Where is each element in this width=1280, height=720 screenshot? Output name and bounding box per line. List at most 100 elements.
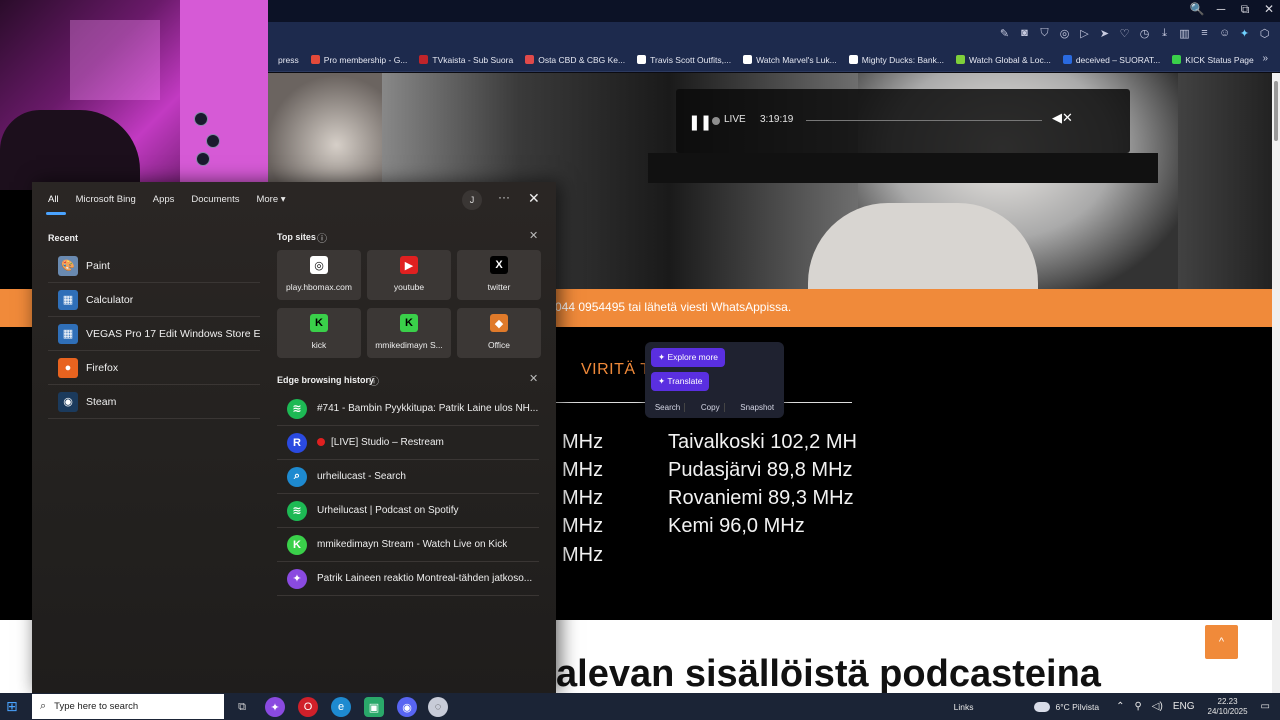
- top-site-tile[interactable]: ▶ youtube: [367, 250, 451, 300]
- history-item[interactable]: ✦ Patrik Laineen reaktio Montreal-tähden …: [277, 562, 539, 596]
- clock[interactable]: 22.23 24/10/2025: [1208, 697, 1248, 717]
- bookmark-item[interactable]: Watch Global & Loc...: [950, 55, 1057, 65]
- discord-icon[interactable]: ◉: [397, 697, 417, 717]
- vpn-icon[interactable]: ◎: [1059, 27, 1070, 40]
- language-indicator[interactable]: ENG: [1173, 701, 1195, 712]
- history-item-label: urheilucast - Search: [317, 471, 406, 482]
- recent-heading: Recent: [48, 233, 79, 243]
- menu-icon[interactable]: ≡: [1199, 27, 1210, 40]
- copilot-icon[interactable]: ✦: [265, 697, 285, 717]
- bookmark-item[interactable]: Pro membership - G...: [305, 55, 414, 65]
- page-scrollbar[interactable]: [1272, 73, 1280, 693]
- history-item[interactable]: ≋ #741 - Bambin Pyykkitupa: Patrik Laine …: [277, 392, 539, 426]
- tab-4[interactable]: More ▾: [256, 194, 285, 205]
- info-icon[interactable]: ⓘ: [369, 373, 379, 388]
- opera-icon[interactable]: O: [298, 697, 318, 717]
- bookmark-item[interactable]: Mighty Ducks: Bank...: [843, 55, 950, 65]
- chevron-up-icon[interactable]: ⌃: [1116, 701, 1124, 712]
- sidebar-icon[interactable]: ▥: [1179, 27, 1190, 40]
- app-icon[interactable]: ◌: [428, 697, 448, 717]
- restore-button[interactable]: ⧉: [1234, 2, 1256, 17]
- pause-button[interactable]: ❚❚: [688, 113, 712, 131]
- recent-item[interactable]: ▦ VEGAS Pro 17 Edit Windows Store Ed...: [48, 317, 260, 351]
- top-site-tile[interactable]: ◆ Office: [457, 308, 541, 358]
- camera-icon[interactable]: ◙: [1019, 27, 1030, 40]
- history-item[interactable]: Kmmikedimayn Stream - Watch Live on Kick: [277, 528, 539, 562]
- webcam-cabinet: [70, 20, 160, 100]
- more-options-icon[interactable]: ···: [498, 190, 510, 204]
- extensions-icon[interactable]: ⬡: [1259, 27, 1270, 40]
- volume-icon[interactable]: ◁): [1152, 701, 1163, 712]
- bookmark-item[interactable]: press: [272, 55, 305, 65]
- stream-time: 3:19:19: [760, 114, 794, 125]
- download-icon[interactable]: ⤓: [1159, 27, 1170, 40]
- scrollbar-thumb[interactable]: [1274, 81, 1278, 141]
- popup-snapshot-button[interactable]: Snapshot: [736, 403, 778, 412]
- bookmark-item[interactable]: Osta CBD & CBG Ke...: [519, 55, 631, 65]
- bookmark-item[interactable]: Travis Scott Outfits,...: [631, 55, 737, 65]
- live-dot-icon: [712, 117, 720, 125]
- top-site-tile[interactable]: Kmmikedimayn S...: [367, 308, 451, 358]
- top-site-tile[interactable]: ◎ play.hbomax.com: [277, 250, 361, 300]
- tab-2[interactable]: Apps: [153, 194, 175, 205]
- windows-start-icon[interactable]: ⊞: [6, 698, 22, 714]
- translate-button[interactable]: ✦ Translate: [651, 372, 710, 391]
- tab-1[interactable]: Microsoft Bing: [76, 194, 136, 205]
- recent-item[interactable]: 🎨 Paint: [48, 249, 260, 283]
- popup-actions: Search Copy Snapshot: [645, 403, 784, 412]
- info-icon[interactable]: ⓘ: [317, 230, 327, 245]
- store-icon[interactable]: ▣: [364, 697, 384, 717]
- notifications-icon[interactable]: ▭: [1261, 701, 1270, 712]
- avatar[interactable]: J: [462, 190, 482, 210]
- edge-icon[interactable]: e: [331, 697, 351, 717]
- site-icon: K: [310, 314, 328, 332]
- links-toolbar[interactable]: Links: [954, 702, 974, 712]
- recent-item[interactable]: ◉ Steam: [48, 385, 260, 419]
- chevron-right-icon[interactable]: »: [1262, 53, 1268, 64]
- network-icon[interactable]: ⚲: [1134, 701, 1141, 712]
- popup-search-button[interactable]: Search: [651, 403, 686, 412]
- heart-icon[interactable]: ♡: [1119, 27, 1130, 40]
- search-icon[interactable]: 🔍: [1186, 2, 1208, 16]
- close-window-button[interactable]: ✕: [1258, 2, 1280, 16]
- top-site-tile[interactable]: Kkick: [277, 308, 361, 358]
- recent-item[interactable]: ▦ Calculator: [48, 283, 260, 317]
- weather-widget[interactable]: 6°C Pilvista: [1033, 701, 1099, 712]
- history-icon[interactable]: ◷: [1139, 27, 1150, 40]
- bookmark-item[interactable]: Watch Marvel's Luk...: [737, 55, 843, 65]
- popup-copy-button[interactable]: Copy: [697, 403, 725, 412]
- account-icon[interactable]: ☺: [1219, 27, 1230, 40]
- forward-icon[interactable]: ➤: [1099, 27, 1110, 40]
- mute-button[interactable]: ◀✕: [1052, 110, 1073, 126]
- scroll-to-top-button[interactable]: ^: [1205, 625, 1238, 659]
- close-icon[interactable]: ✕: [528, 190, 540, 207]
- windows-search-panel: All Microsoft Bing Apps Documents More ▾ J ·…: [32, 182, 556, 693]
- edit-icon[interactable]: ✎: [999, 27, 1010, 40]
- history-item[interactable]: R [LIVE] Studio – Restream: [277, 426, 539, 460]
- site-icon: ◎: [310, 256, 328, 274]
- history-item[interactable]: ⌕ urheilucast - Search: [277, 460, 539, 494]
- close-top-sites-icon[interactable]: ✕: [529, 229, 538, 242]
- history-item[interactable]: ≋ Urheilucast | Podcast on Spotify: [277, 494, 539, 528]
- play-icon[interactable]: ▷: [1079, 27, 1090, 40]
- tab-0[interactable]: All: [46, 194, 66, 215]
- bookmark-item[interactable]: KICK Status Page: [1166, 55, 1260, 65]
- bookmark-label: KICK Status Page: [1185, 54, 1254, 65]
- live-dot-icon: [317, 438, 325, 447]
- progress-track[interactable]: [806, 120, 1042, 121]
- top-site-tile[interactable]: Xtwitter: [457, 250, 541, 300]
- minimize-button[interactable]: ─: [1210, 2, 1232, 16]
- host-photo-left: [268, 73, 382, 193]
- site-icon: ⌕: [287, 466, 307, 487]
- explore-more-button[interactable]: ✦ Explore more: [651, 348, 726, 367]
- bookmark-item[interactable]: deceived – SUORAT...: [1057, 55, 1166, 65]
- recent-item[interactable]: ● Firefox: [48, 351, 260, 385]
- bookmark-item[interactable]: TVkaista - Sub Suora: [413, 55, 519, 65]
- taskbar-search-box[interactable]: ⌕ Type here to search: [32, 694, 224, 719]
- clock-time: 22.23: [1217, 696, 1238, 706]
- shield-icon[interactable]: ⛉: [1039, 27, 1050, 40]
- aria-icon[interactable]: ✦: [1239, 27, 1250, 40]
- close-history-icon[interactable]: ✕: [529, 372, 538, 385]
- tab-3[interactable]: Documents: [191, 194, 239, 205]
- task-view-icon[interactable]: ⧉: [232, 697, 252, 717]
